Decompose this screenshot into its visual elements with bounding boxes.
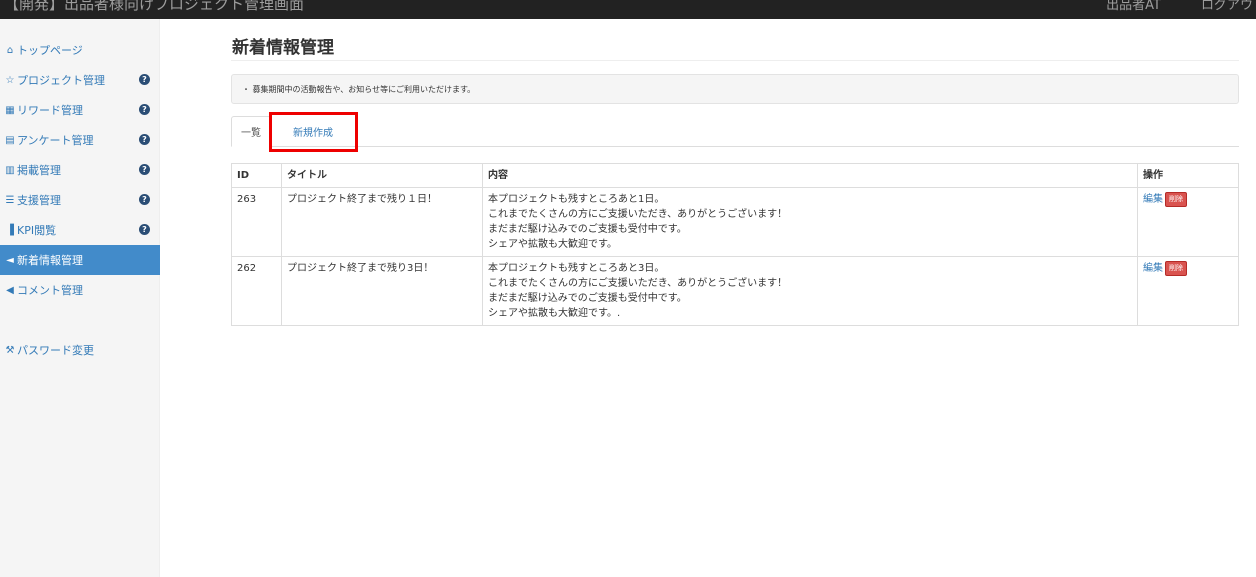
top-navbar: 【開発】出品者様向けプロジェクト管理画面 出品者AT ログアウト [0, 0, 1256, 19]
help-icon[interactable]: ? [139, 74, 150, 85]
content-line: シェアや拡散も大歓迎です。. [488, 308, 621, 319]
tabs-divider [231, 146, 1239, 147]
sidebar-item-3[interactable]: ▤ アンケート管理? [0, 125, 160, 155]
sidebar-item-label: 支援管理 [17, 194, 61, 207]
cell-title: プロジェクト終了まで残り１日！ [281, 187, 483, 257]
table-row: 263 プロジェクト終了まで残り１日！ 本プロジェクトも残すところあと1日。 これまで… [231, 187, 1239, 257]
grid-icon: ▦ [5, 104, 15, 116]
content-line: これまでたくさんの方にご支援いただき、ありがとうございます！ [488, 278, 788, 289]
table-row: 262 プロジェクト終了まで残り3日！ 本プロジェクトも残すところあと3日。 これまで… [231, 256, 1239, 326]
sidebar-item-6[interactable]: ▐ KPI閲覧? [0, 215, 160, 245]
content-line: シェアや拡散も大歓迎です。 [488, 239, 617, 250]
content-line: まだまだ駆け込みでのご支援も受付中です。 [488, 293, 687, 304]
sidebar-item-label: コメント管理 [17, 284, 83, 297]
tab-list[interactable]: 一覧 [231, 116, 271, 147]
sidebar-item-0[interactable]: ⌂ トップページ [0, 35, 160, 65]
sidebar-item-1[interactable]: ☆ プロジェクト管理? [0, 65, 160, 95]
cell-content: 本プロジェクトも残すところあと3日。これまでたくさんの方にご支援いただき、ありが… [482, 256, 1138, 326]
help-icon[interactable]: ? [139, 224, 150, 235]
column-header-content: 内容 [482, 163, 1138, 188]
cell-operations: 編集 削除 [1137, 187, 1239, 257]
send-icon: ◄ [6, 254, 14, 266]
table-header-row: ID タイトル 内容 操作 [231, 163, 1239, 188]
cell-id: 263 [231, 187, 282, 257]
column-header-id: ID [231, 163, 282, 188]
notice-box: ・ 募集期間中の活動報告や、お知らせ等にご利用いただけます。 [231, 74, 1239, 104]
app-title[interactable]: 【開発】出品者様向けプロジェクト管理画面 [4, 0, 304, 14]
megaphone-icon: ◀ [6, 284, 14, 296]
news-table: ID タイトル 内容 操作 263 プロジェクト終了まで残り１日！ 本プロジェクトも… [231, 163, 1239, 326]
edit-link[interactable]: 編集 [1143, 194, 1163, 205]
sidebar-item-label: トップページ [17, 44, 83, 57]
sidebar-item-label: リワード管理 [17, 104, 83, 117]
list-icon: ☰ [5, 194, 15, 206]
bar-chart-icon: ▐ [6, 224, 14, 236]
edit-link[interactable]: 編集 [1143, 263, 1163, 274]
tab-new-create[interactable]: 新規作成 [271, 116, 355, 147]
help-icon[interactable]: ? [139, 164, 150, 175]
sidebar-item-label: 新着情報管理 [17, 254, 83, 267]
column-header-operations: 操作 [1137, 163, 1239, 188]
star-icon: ☆ [5, 74, 15, 86]
column-header-title: タイトル [281, 163, 483, 188]
content-line: まだまだ駆け込みでのご支援も受付中です。 [488, 224, 687, 235]
cell-content: 本プロジェクトも残すところあと1日。これまでたくさんの方にご支援いただき、ありが… [482, 187, 1138, 257]
sidebar-item-4[interactable]: ▥ 掲載管理? [0, 155, 160, 185]
help-icon[interactable]: ? [139, 134, 150, 145]
title-divider [231, 60, 1239, 61]
cell-operations: 編集 削除 [1137, 256, 1239, 326]
content-line: 本プロジェクトも残すところあと3日。 [488, 263, 665, 274]
cell-id: 262 [231, 256, 282, 326]
sidebar-item-5[interactable]: ☰ 支援管理? [0, 185, 160, 215]
home-icon: ⌂ [6, 44, 14, 56]
help-icon[interactable]: ? [139, 104, 150, 115]
sidebar-item-2[interactable]: ▦ リワード管理? [0, 95, 160, 125]
wrench-icon: ⚒ [5, 344, 15, 356]
sidebar-item-label: アンケート管理 [17, 134, 94, 147]
cell-title: プロジェクト終了まで残り3日！ [281, 256, 483, 326]
delete-button[interactable]: 削除 [1165, 192, 1187, 207]
logout-link[interactable]: ログアウト [1201, 0, 1256, 13]
help-icon[interactable]: ? [139, 194, 150, 205]
form-icon: ▤ [5, 134, 15, 146]
sidebar-item-label: パスワード変更 [17, 344, 94, 357]
sidebar: ⌂ トップページ ☆ プロジェクト管理? ▦ リワード管理? ▤ アンケート管理? ▥ 掲載管理?… [0, 19, 160, 577]
sidebar-item-7[interactable]: ◄ 新着情報管理 [0, 245, 160, 275]
delete-button[interactable]: 削除 [1165, 261, 1187, 276]
sidebar-item-label: KPI閲覧 [17, 224, 57, 237]
sidebar-item-8[interactable]: ◀ コメント管理 [0, 275, 160, 305]
sidebar-item-label: 掲載管理 [17, 164, 61, 177]
content-line: 本プロジェクトも残すところあと1日。 [488, 194, 665, 205]
page-title: 新着情報管理 [232, 38, 334, 58]
sidebar-item-label: プロジェクト管理 [17, 74, 105, 87]
listing-icon: ▥ [5, 164, 15, 176]
content-line: これまでたくさんの方にご支援いただき、ありがとうございます！ [488, 209, 788, 220]
user-menu[interactable]: 出品者AT [1106, 0, 1161, 13]
sidebar-item-password-change[interactable]: ⚒ パスワード変更 [0, 335, 160, 365]
